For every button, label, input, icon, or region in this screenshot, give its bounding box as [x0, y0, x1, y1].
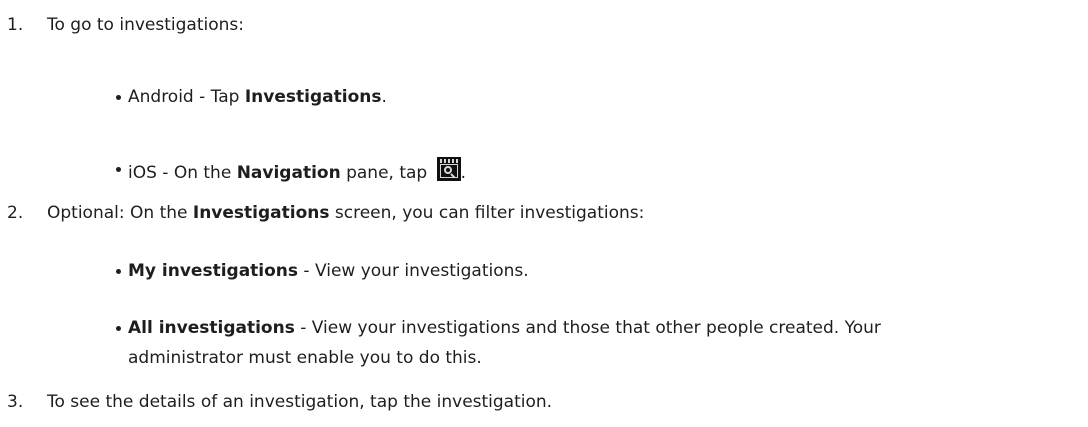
- step-number: 1.: [7, 15, 24, 35]
- step-text: Optional: On the Investigations screen, …: [47, 203, 645, 223]
- bullet-text: Android - Tap Investigations.: [128, 87, 387, 107]
- bullet-dot: [116, 167, 121, 172]
- bold-term: Navigation: [236, 163, 341, 183]
- step-text: To see the details of an investigation, …: [47, 392, 553, 412]
- bullet-continuation: administrator must enable you to do this…: [128, 348, 482, 368]
- investigation-camera-icon: [436, 157, 461, 181]
- bullet-dot: [116, 269, 121, 274]
- bullet-text: All investigations - View your investiga…: [128, 318, 881, 338]
- bullet-dot: [116, 95, 121, 100]
- step-number: 2.: [7, 203, 24, 223]
- step-number: 3.: [7, 392, 24, 412]
- bold-term: My investigations: [128, 261, 299, 281]
- bold-term: All investigations: [128, 318, 295, 338]
- bullet-text: iOS - On the Navigation pane, tap .: [128, 157, 466, 185]
- step-text: To go to investigations:: [47, 15, 244, 35]
- bold-term: Investigations: [244, 87, 382, 107]
- bullet-dot: [116, 326, 121, 331]
- bold-term: Investigations: [192, 203, 330, 223]
- instructions-document: 1. To go to investigations: Android - Ta…: [0, 0, 1088, 427]
- bullet-text: My investigations - View your investigat…: [128, 261, 529, 281]
